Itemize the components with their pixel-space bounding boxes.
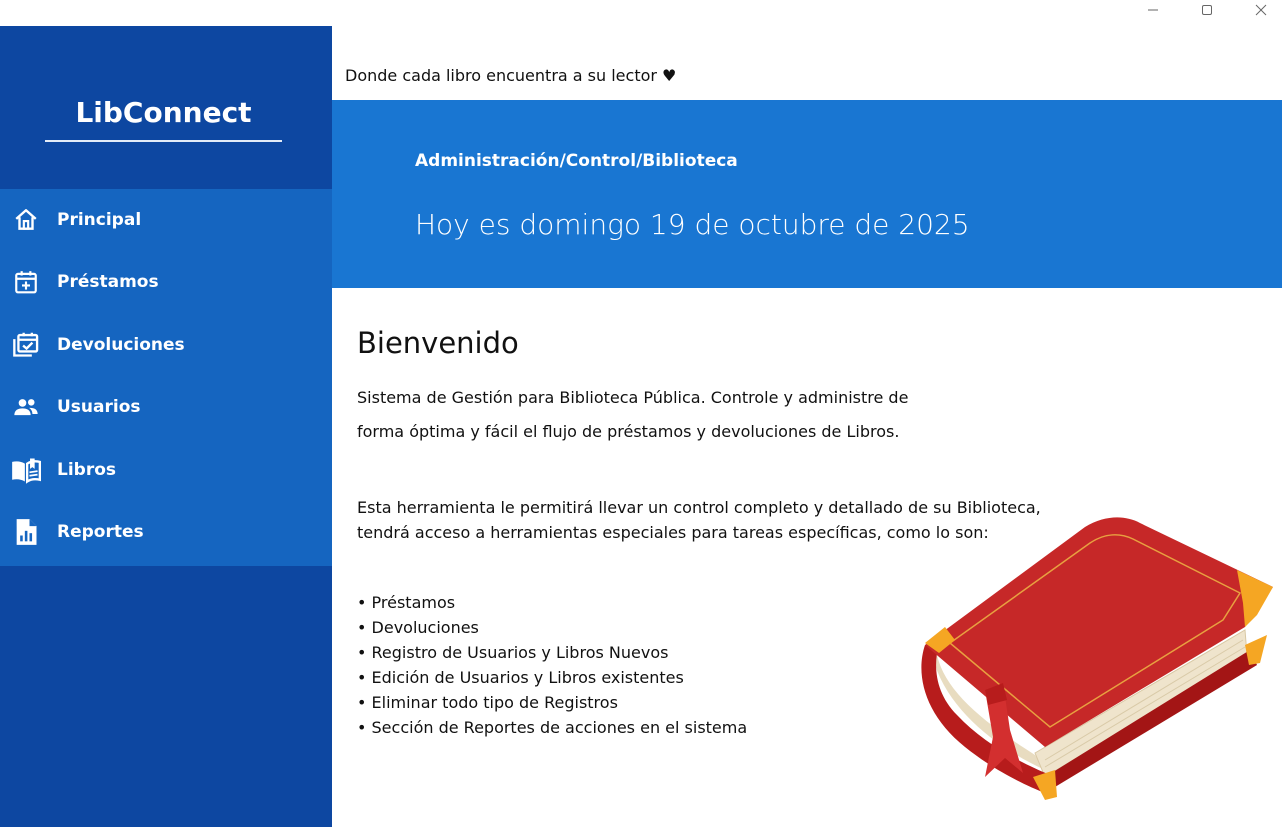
breadcrumb: Administración/Control/Biblioteca — [415, 151, 738, 171]
current-date: Hoy es domingo 19 de octubre de 2025 — [415, 208, 970, 241]
tagline: Donde cada libro encuentra a su lector ♥ — [345, 66, 677, 85]
intro-text-line2: forma óptima y fácil el flujo de préstam… — [357, 422, 900, 441]
detail-text-line2: tendrá acceso a herramientas especiales … — [357, 523, 989, 542]
sidebar-item-label: Principal — [57, 210, 142, 230]
report-icon — [11, 517, 41, 547]
sidebar-item-label: Reportes — [57, 522, 144, 542]
list-item: • Edición de Usuarios y Libros existente… — [357, 668, 684, 687]
sidebar-item-devoluciones[interactable]: Devoluciones — [0, 314, 332, 376]
sidebar-item-principal[interactable]: Principal — [0, 189, 332, 251]
window-titlebar — [0, 0, 1282, 26]
page-title: Bienvenido — [357, 326, 519, 360]
app-title: LibConnect — [75, 96, 252, 129]
close-icon[interactable] — [1238, 0, 1282, 20]
book-illustration — [905, 515, 1280, 805]
sidebar-item-usuarios[interactable]: Usuarios — [0, 376, 332, 438]
sidebar-item-label: Libros — [57, 460, 117, 480]
list-item: • Devoluciones — [357, 618, 479, 637]
home-icon — [11, 205, 41, 235]
list-item: • Registro de Usuarios y Libros Nuevos — [357, 643, 669, 662]
maximize-icon[interactable] — [1184, 0, 1230, 20]
sidebar-item-label: Préstamos — [57, 272, 159, 292]
sidebar-item-label: Usuarios — [57, 397, 141, 417]
sidebar-item-reportes[interactable]: Reportes — [0, 501, 332, 563]
brand-divider — [45, 140, 282, 142]
minimize-icon[interactable] — [1130, 0, 1176, 20]
list-item: • Préstamos — [357, 593, 456, 612]
sidebar-item-libros[interactable]: Libros — [0, 439, 332, 501]
intro-text-line1: Sistema de Gestión para Biblioteca Públi… — [357, 388, 909, 407]
brand-header: LibConnect — [0, 26, 332, 189]
calendar-check-icon — [11, 330, 41, 360]
book-open-icon — [11, 455, 41, 485]
feature-list: • Préstamos • Devoluciones • Registro de… — [357, 590, 747, 740]
sidebar-item-label: Devoluciones — [57, 335, 185, 355]
list-item: • Eliminar todo tipo de Registros — [357, 693, 618, 712]
calendar-plus-icon — [11, 267, 41, 297]
sidebar-item-prestamos[interactable]: Préstamos — [0, 251, 332, 313]
sidebar-nav: Principal Préstamos Devoluciones Usuario… — [0, 189, 332, 566]
users-icon — [11, 392, 41, 422]
list-item: • Sección de Reportes de acciones en el … — [357, 718, 748, 737]
sidebar: LibConnect Principal Préstamos Devolucio… — [0, 26, 332, 827]
header-banner: Administración/Control/Biblioteca Hoy es… — [332, 100, 1282, 288]
